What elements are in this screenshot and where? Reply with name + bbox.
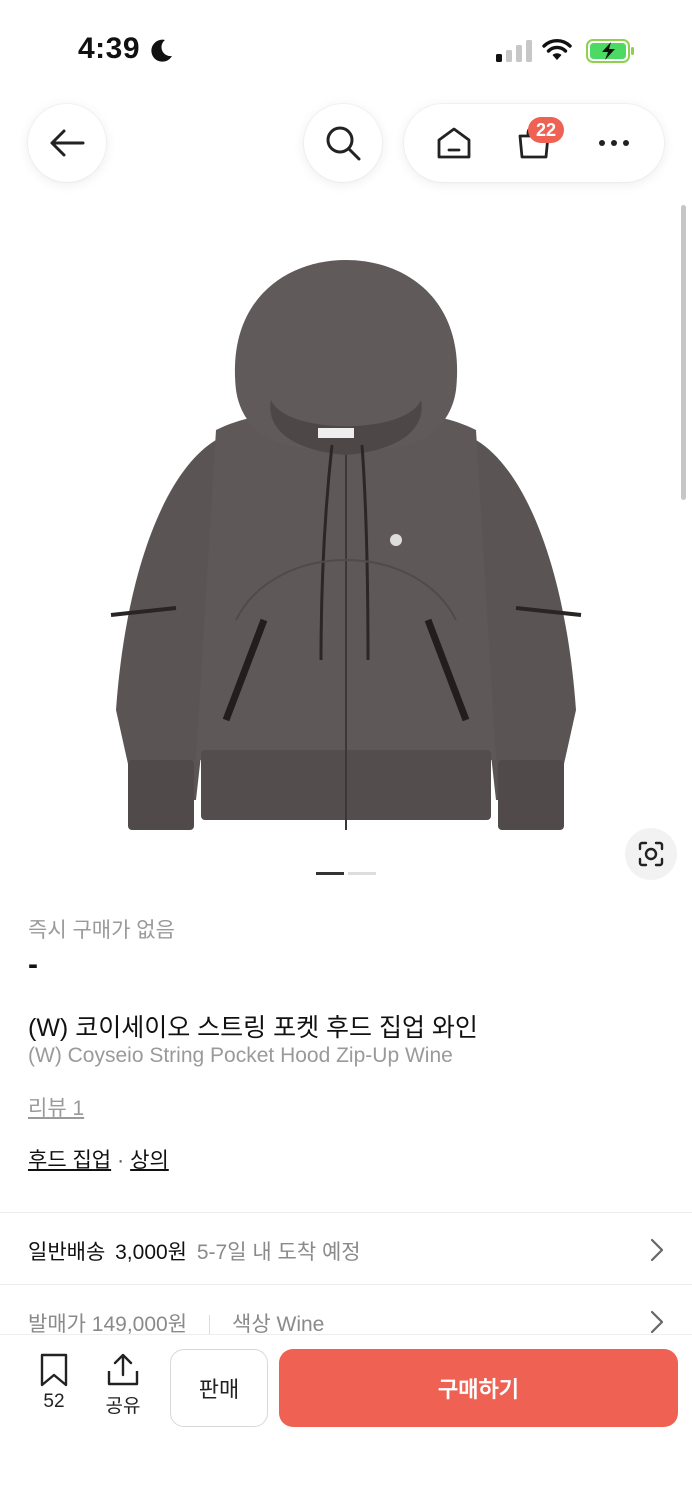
sell-button[interactable]: 판매	[170, 1349, 268, 1427]
shipping-fee: 3,000원	[115, 1241, 187, 1264]
shipping-info: 일반배송 3,000원 5-7일 내 도착 예정	[28, 1236, 361, 1266]
category-breadcrumb: 후드 집업 · 상의	[28, 1144, 169, 1174]
shipping-row[interactable]: 일반배송 3,000원 5-7일 내 도착 예정	[0, 1214, 692, 1284]
divider	[0, 1284, 692, 1285]
pagination-dot[interactable]	[348, 872, 376, 875]
search-icon	[326, 126, 361, 161]
share-label: 공유	[105, 1396, 141, 1417]
home-icon	[437, 127, 471, 159]
share-button[interactable]: 공유	[100, 1353, 146, 1418]
visual-search-icon	[638, 841, 664, 867]
buy-button[interactable]: 구매하기	[279, 1349, 678, 1427]
wifi-icon	[542, 39, 572, 60]
product-title-ko: (W) 코이세이오 스트링 포켓 후드 집업 와인	[28, 1014, 478, 1042]
cart-count-badge: 22	[528, 117, 565, 143]
share-icon	[107, 1353, 139, 1386]
search-button[interactable]	[304, 104, 382, 182]
category-separator: ·	[117, 1149, 125, 1172]
bookmark-button[interactable]: 52	[34, 1353, 74, 1413]
hoodie-illustration	[110, 260, 582, 830]
category-hood-zipup-link[interactable]: 후드 집업	[28, 1149, 111, 1172]
scroll-indicator[interactable]	[681, 205, 686, 500]
price: -	[28, 948, 38, 981]
release-price: 발매가 149,000원	[28, 1313, 188, 1336]
shipping-eta: 5-7일 내 도착 예정	[196, 1241, 361, 1264]
bookmark-count: 52	[43, 1391, 65, 1412]
back-button[interactable]	[28, 104, 106, 182]
category-tops-link[interactable]: 상의	[130, 1149, 169, 1172]
bookmark-icon	[40, 1353, 68, 1387]
pagination-dot-active[interactable]	[316, 872, 344, 875]
visual-search-button[interactable]	[625, 828, 677, 880]
header-nav-group: 22	[404, 104, 664, 182]
review-link[interactable]: 리뷰 1	[28, 1092, 84, 1122]
more-icon	[599, 140, 629, 146]
shipping-label: 일반배송	[28, 1241, 106, 1264]
chevron-right-icon	[650, 1238, 664, 1262]
cellular-signal-icon	[496, 40, 532, 62]
product-image[interactable]	[0, 240, 692, 840]
battery-charging-icon	[586, 39, 634, 63]
color-info: 색상 Wine	[232, 1313, 325, 1336]
moon-icon	[151, 39, 172, 62]
instant-buy-label: 즉시 구매가 없음	[28, 919, 175, 942]
home-button[interactable]	[424, 113, 484, 173]
chevron-right-icon	[650, 1310, 664, 1334]
status-time: 4:39	[78, 32, 141, 65]
divider-vertical	[209, 1315, 211, 1336]
divider	[0, 1212, 692, 1213]
image-pagination	[316, 872, 376, 875]
product-title-en: (W) Coyseio String Pocket Hood Zip-Up Wi…	[28, 1044, 453, 1067]
back-arrow-icon	[50, 129, 85, 157]
status-bar: 4:39	[0, 0, 692, 100]
more-button[interactable]	[584, 113, 644, 173]
bottom-action-bar: 52 공유 판매 구매하기	[0, 1334, 692, 1500]
cart-button[interactable]: 22	[504, 113, 565, 173]
